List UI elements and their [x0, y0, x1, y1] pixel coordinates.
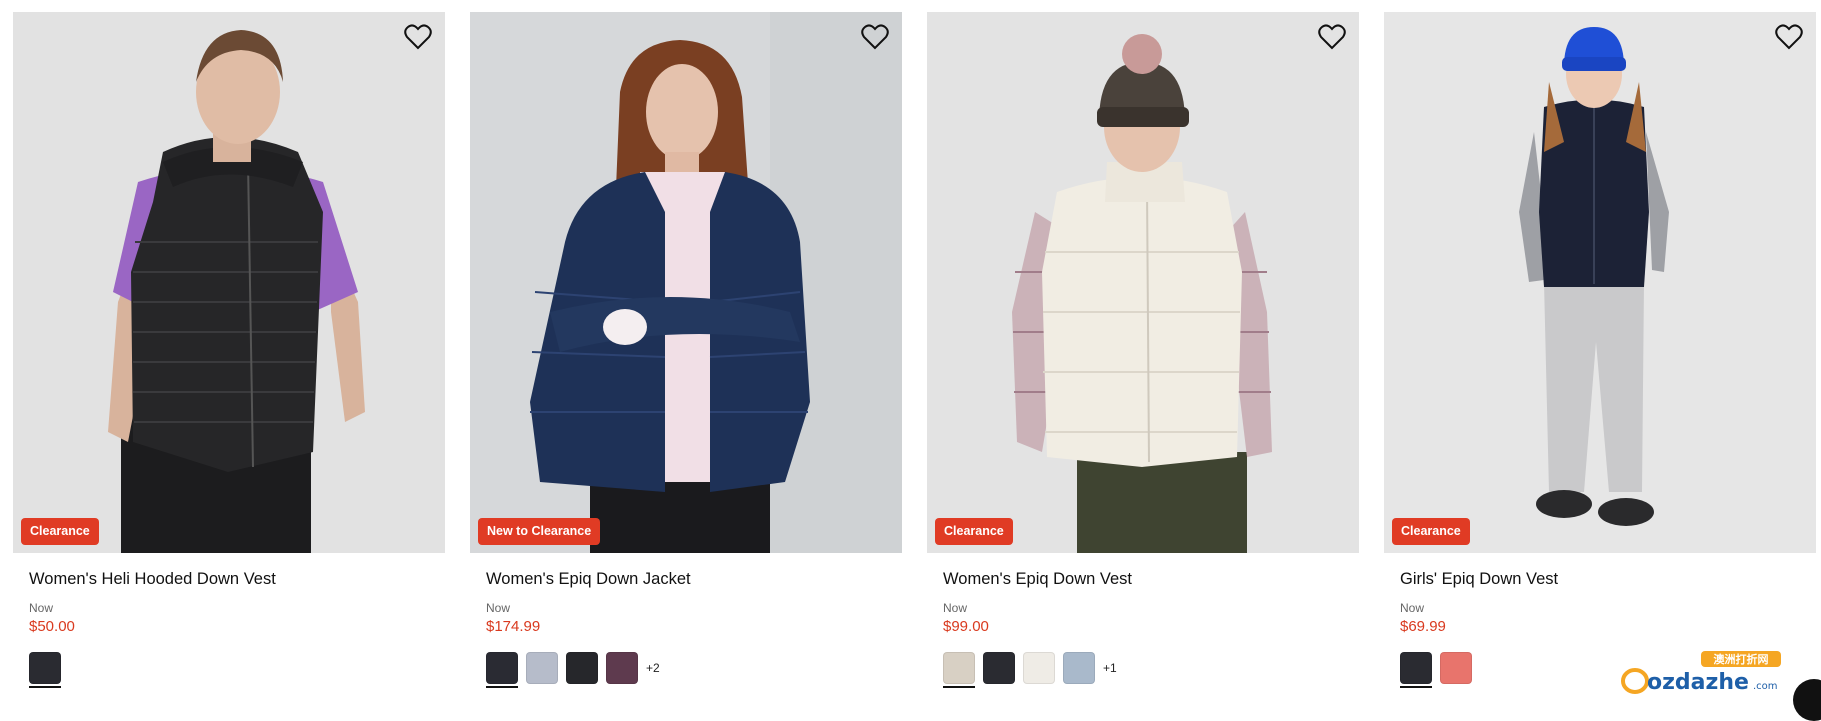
product-title[interactable]: Women's Heli Hooded Down Vest — [29, 569, 445, 589]
product-photo-woman-navy-jacket — [470, 12, 902, 553]
color-swatches: +1 — [943, 652, 1359, 688]
product-card[interactable]: Clearance Women's Heli Hooded Down Vest … — [13, 12, 445, 688]
clearance-badge: Clearance — [935, 518, 1013, 545]
svg-text:ozdazhe: ozdazhe — [1647, 670, 1749, 695]
more-colors-count[interactable]: +1 — [1103, 661, 1117, 675]
wishlist-heart-icon[interactable] — [1774, 22, 1804, 52]
color-swatch[interactable] — [1063, 652, 1095, 688]
svg-text:澳洲打折网: 澳洲打折网 — [1714, 652, 1769, 666]
price-label: Now — [29, 601, 54, 615]
clearance-badge: Clearance — [21, 518, 99, 545]
svg-text:.com: .com — [1753, 681, 1778, 692]
color-swatch[interactable] — [606, 652, 638, 688]
color-swatch[interactable] — [526, 652, 558, 688]
product-title[interactable]: Girls' Epiq Down Vest — [1400, 569, 1816, 589]
product-title[interactable]: Women's Epiq Down Vest — [943, 569, 1359, 589]
color-swatch-selected[interactable] — [943, 652, 975, 688]
color-swatch[interactable] — [983, 652, 1015, 688]
wishlist-heart-icon[interactable] — [860, 22, 890, 52]
more-colors-count[interactable]: +2 — [646, 661, 660, 675]
wishlist-heart-icon[interactable] — [1317, 22, 1347, 52]
product-card[interactable]: Clearance Girls' Epiq Down Vest Now $69.… — [1384, 12, 1816, 688]
product-image[interactable]: Clearance — [13, 12, 445, 553]
product-card[interactable]: Clearance Women's Epiq Down Vest Now $99… — [927, 12, 1359, 688]
product-image[interactable]: Clearance — [927, 12, 1359, 553]
price-label: Now — [1400, 601, 1425, 615]
clearance-badge: Clearance — [1392, 518, 1470, 545]
product-price: $174.99 — [486, 618, 541, 635]
product-price: $50.00 — [29, 618, 75, 635]
product-photo-woman-cream-vest — [927, 12, 1359, 553]
product-title[interactable]: Women's Epiq Down Jacket — [486, 569, 902, 589]
product-price: $99.00 — [943, 618, 989, 635]
new-to-clearance-badge: New to Clearance — [478, 518, 601, 545]
price-label: Now — [486, 601, 511, 615]
color-swatch-selected[interactable] — [486, 652, 518, 688]
product-card[interactable]: New to Clearance Women's Epiq Down Jacke… — [470, 12, 902, 688]
color-swatch[interactable] — [1023, 652, 1055, 688]
product-price: $69.99 — [1400, 618, 1446, 635]
color-swatch[interactable] — [566, 652, 598, 688]
color-swatch-selected[interactable] — [1400, 652, 1432, 688]
chat-fab-button[interactable] — [1793, 679, 1821, 721]
price-label: Now — [943, 601, 968, 615]
product-photo-girl-navy-vest — [1384, 12, 1816, 553]
color-swatches — [29, 652, 445, 688]
color-swatch-selected[interactable] — [29, 652, 61, 688]
product-photo-woman-black-vest — [13, 12, 445, 553]
color-swatches: +2 — [486, 652, 902, 688]
product-grid: Clearance Women's Heli Hooded Down Vest … — [13, 12, 1816, 688]
wishlist-heart-icon[interactable] — [403, 22, 433, 52]
ozdazhe-watermark-logo: 澳洲打折网 ozdazhe .com — [1621, 651, 1781, 695]
product-image[interactable]: New to Clearance — [470, 12, 902, 553]
color-swatch[interactable] — [1440, 652, 1472, 688]
product-image[interactable]: Clearance — [1384, 12, 1816, 553]
